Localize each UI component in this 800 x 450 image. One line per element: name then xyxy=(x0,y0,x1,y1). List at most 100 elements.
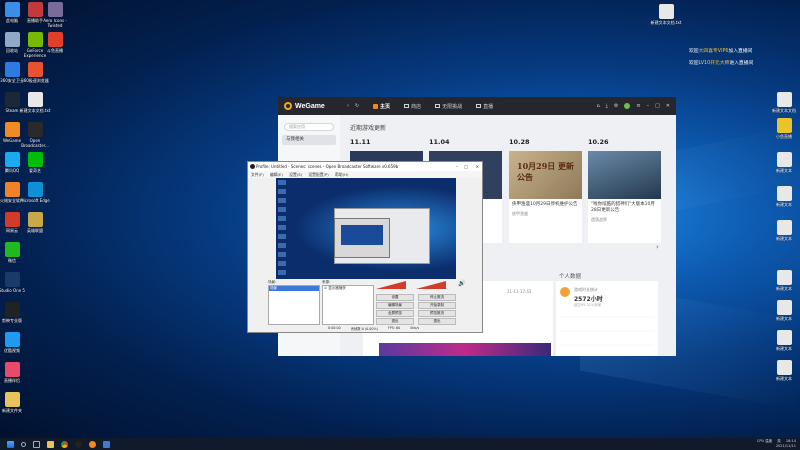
maximize-icon[interactable]: □ xyxy=(464,162,468,171)
desktop-icon[interactable]: 优酷视频 xyxy=(0,332,30,353)
file-icon xyxy=(776,360,792,375)
update-card[interactable]: 10月29日 更新公告 侠甲渔盛10月29日停机维护公告 侠甲渔盛 xyxy=(509,151,582,243)
menu-profile[interactable]: 设置配置(P) xyxy=(308,172,328,177)
maximize-icon[interactable]: □ xyxy=(655,103,660,109)
gift-icon[interactable]: ⌂ xyxy=(596,103,599,109)
search-input[interactable]: 搜索应用 xyxy=(284,123,334,131)
desktop-icon[interactable]: 腾讯QQ xyxy=(0,152,30,173)
app-icon xyxy=(4,242,20,257)
desktop-icon[interactable]: Studio One 5 xyxy=(0,272,30,293)
minimize-icon[interactable]: – xyxy=(647,103,650,109)
edit-scene-button[interactable]: 编辑场景 xyxy=(376,302,414,309)
section-title: 近期游戏更新 xyxy=(350,125,387,132)
settings-icon[interactable]: ⚙ xyxy=(614,103,618,109)
stat-value: 2572小时 xyxy=(574,296,603,303)
file-explorer-icon[interactable] xyxy=(47,440,54,448)
wegame-logo: WeGame xyxy=(284,102,325,110)
avatar[interactable] xyxy=(624,103,631,109)
desktop-icon[interactable]: 新建文本 xyxy=(766,152,800,173)
tab-store[interactable]: 商店 xyxy=(404,103,421,110)
stop-stream-button[interactable]: 停止推流 xyxy=(418,294,456,301)
preview-stream-button[interactable]: 预览推流 xyxy=(418,310,456,317)
desktop-icon[interactable]: 新建文本 xyxy=(766,300,800,321)
wegame-taskbar-icon[interactable] xyxy=(89,440,96,448)
tab-label: 无限挑战 xyxy=(442,103,463,110)
wegame-titlebar: WeGame ‹ ↻ 主页 商店 无限挑战 直播 ⌂ ⤓ ⚙ ≡ – □ ✕ xyxy=(278,97,676,115)
wegame-logo-icon xyxy=(284,102,292,110)
close-icon[interactable]: ✕ xyxy=(476,162,479,171)
obs-app-icon xyxy=(250,164,255,169)
desktop-icon[interactable]: 新建文本 xyxy=(766,186,800,207)
exit-button[interactable]: 退出 xyxy=(418,318,456,325)
download-icon[interactable]: ⤓ xyxy=(606,103,608,109)
obs-taskbar-icon[interactable] xyxy=(75,440,82,448)
desktop-icon-label: 新建文本 xyxy=(776,168,792,173)
tab-live[interactable]: 直播 xyxy=(476,103,493,110)
app-icon xyxy=(47,32,63,47)
close-icon[interactable]: ✕ xyxy=(666,103,670,109)
desktop-icon[interactable]: 微信 xyxy=(0,242,30,263)
system-tray[interactable]: CPU 温度 英 18:14 2021/11/11 xyxy=(757,439,796,449)
desktop-icon[interactable]: Open Broadcaster... xyxy=(17,122,53,148)
desktop-icon[interactable]: Microsoft Edge xyxy=(17,182,53,203)
desktop-icon[interactable]: 新建文本文档 xyxy=(766,92,800,113)
update-date: 11.04 xyxy=(429,138,450,146)
settings-button[interactable]: 设置 xyxy=(376,294,414,301)
start-record-button[interactable]: 开始录制 xyxy=(418,302,456,309)
search-icon[interactable] xyxy=(21,441,26,447)
menu-settings[interactable]: 设置(S) xyxy=(289,172,302,177)
desktop-icon[interactable]: 360极速浏览器 xyxy=(17,62,53,83)
sidebar-item-related[interactable]: 与我相关 xyxy=(282,135,336,145)
desktop-icon[interactable]: 网易云 xyxy=(0,212,30,233)
chat-username: 大四喜专VIP6 xyxy=(698,49,729,54)
tab-label: 直播 xyxy=(483,103,494,110)
chat-prefix: 欢迎 xyxy=(689,61,699,66)
desktop-icon[interactable]: 新建文本 xyxy=(766,330,800,351)
update-card[interactable]: "啦你炫酷的猎神们"大版本10月28日更新公告 遗落战界 xyxy=(588,151,661,243)
status-fps: FPS: 60 xyxy=(387,326,401,330)
app-icon xyxy=(4,392,20,407)
menu-icon[interactable]: ≡ xyxy=(636,103,640,109)
nav-refresh-icon[interactable]: ↻ xyxy=(355,103,359,109)
app-taskbar-icon[interactable] xyxy=(103,440,110,448)
menu-edit[interactable]: 编辑(E) xyxy=(270,172,283,177)
input-method[interactable]: 英 xyxy=(777,439,781,443)
desktop-icon-label: 微信 xyxy=(8,258,16,263)
desktop-icon[interactable]: 新建文本 xyxy=(766,220,800,241)
news-time: 11-11 17:43 xyxy=(507,289,532,294)
scenes-list[interactable]: 场景 xyxy=(268,285,320,325)
desktop-icon[interactable]: 斗鱼直播 xyxy=(37,32,73,53)
nav-back-icon[interactable]: ‹ xyxy=(347,103,349,109)
desktop-icon[interactable]: 剪映专业版 xyxy=(0,302,30,323)
desktop-icon[interactable]: 新建文本文档.txt xyxy=(648,4,684,25)
scene-item[interactable]: 场景 xyxy=(269,286,319,291)
windows-start-icon[interactable] xyxy=(7,440,14,448)
exit-button[interactable]: 退出 xyxy=(376,318,414,325)
fullscreen-preview-button[interactable]: 全屏预览 xyxy=(376,310,414,317)
desktop-icon-label: 新建文本文档 xyxy=(772,108,796,113)
desktop-icon-label: 360极速浏览器 xyxy=(21,78,49,83)
app-icon xyxy=(4,272,20,287)
next-arrow-icon[interactable]: › xyxy=(656,243,659,251)
menu-help[interactable]: 帮助(H) xyxy=(335,172,348,177)
desktop-icon[interactable]: 新建文本 xyxy=(766,270,800,291)
obs-window[interactable]: Profile: Untitled - Scenes: scenes - Ope… xyxy=(247,161,483,333)
desktop-icon[interactable]: Aero Icons - Twisted xyxy=(37,2,73,28)
store-icon xyxy=(404,104,410,108)
tab-challenge[interactable]: 无限挑战 xyxy=(435,103,462,110)
task-view-icon[interactable] xyxy=(33,440,40,448)
desktop-icon[interactable]: 新建文本 xyxy=(766,360,800,381)
minimize-icon[interactable]: – xyxy=(456,162,458,171)
volume-icon[interactable]: 🔊 xyxy=(458,280,465,287)
desktop-icon[interactable]: 新建文本文档.txt xyxy=(17,92,53,113)
source-item[interactable]: ☑ 显示器捕获 xyxy=(323,286,373,291)
chrome-icon[interactable] xyxy=(61,440,68,448)
desktop-icon[interactable]: 新建文件夹 xyxy=(0,392,30,413)
chat-prefix: 欢迎 xyxy=(689,49,699,54)
menu-file[interactable]: 文件(F) xyxy=(251,172,264,177)
desktop-icon-label: 网易云 xyxy=(6,228,18,233)
desktop-icon[interactable]: 直播伴侣 xyxy=(0,362,30,383)
tab-home[interactable]: 主页 xyxy=(373,103,390,110)
desktop-icon[interactable]: 小鱼直播 xyxy=(766,118,800,139)
sources-list[interactable]: ☑ 显示器捕获 xyxy=(322,285,374,325)
